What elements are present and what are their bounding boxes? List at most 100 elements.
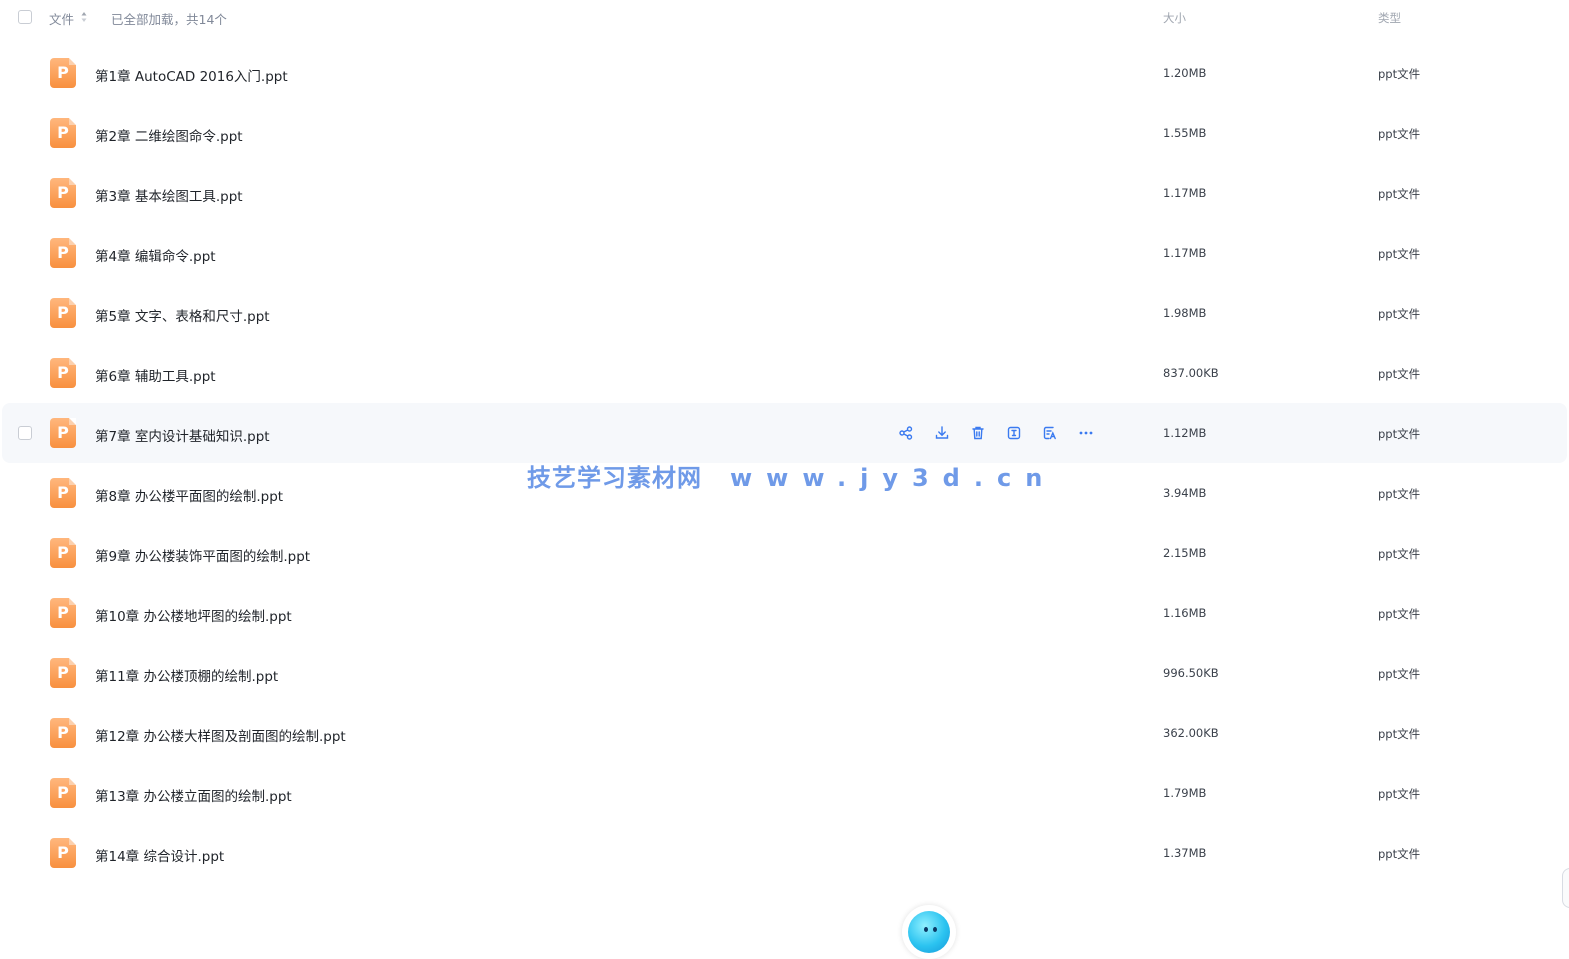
file-size: 996.50KB xyxy=(1163,666,1219,680)
icon-letter: P xyxy=(57,543,69,562)
file-size: 1.17MB xyxy=(1163,186,1207,200)
file-type: ppt文件 xyxy=(1378,787,1421,801)
file-row[interactable]: P 第5章 文字、表格和尺寸.ppt 1.98MB ppt文件 xyxy=(0,283,1569,343)
load-status-text: 已全部加载，共14个 xyxy=(111,12,227,27)
file-name[interactable]: 第11章 办公楼顶棚的绘制.ppt xyxy=(95,665,278,685)
file-name[interactable]: 第3章 基本绘图工具.ppt xyxy=(95,185,243,205)
column-header-size[interactable]: 大小 xyxy=(1163,10,1186,26)
ppt-file-icon: P xyxy=(50,478,76,508)
file-type: ppt文件 xyxy=(1378,847,1421,861)
file-row[interactable]: P 第4章 编辑命令.ppt 1.17MB ppt文件 xyxy=(0,223,1569,283)
file-size: 3.94MB xyxy=(1163,486,1207,500)
ppt-file-icon: P xyxy=(50,238,76,268)
rename-icon[interactable] xyxy=(1005,424,1023,442)
file-name[interactable]: 第5章 文字、表格和尺寸.ppt xyxy=(95,305,270,325)
file-size: 1.20MB xyxy=(1163,66,1207,80)
file-size: 362.00KB xyxy=(1163,726,1219,740)
ai-assistant-icon[interactable] xyxy=(1041,424,1059,442)
file-type: ppt文件 xyxy=(1378,307,1421,321)
file-name[interactable]: 第8章 办公楼平面图的绘制.ppt xyxy=(95,485,283,505)
side-panel-toggle[interactable] xyxy=(1562,868,1569,908)
file-name[interactable]: 第6章 辅助工具.ppt xyxy=(95,365,216,385)
file-name[interactable]: 第1章 AutoCAD 2016入门.ppt xyxy=(95,65,288,85)
file-type: ppt文件 xyxy=(1378,427,1421,441)
file-type: ppt文件 xyxy=(1378,547,1421,561)
file-type: ppt文件 xyxy=(1378,607,1421,621)
file-row[interactable]: P 第2章 二维绘图命令.ppt 1.55MB ppt文件 xyxy=(0,103,1569,163)
file-size: 1.79MB xyxy=(1163,786,1207,800)
file-size: 1.17MB xyxy=(1163,246,1207,260)
file-size: 1.37MB xyxy=(1163,846,1207,860)
row-checkbox[interactable] xyxy=(18,426,32,440)
file-type: ppt文件 xyxy=(1378,67,1421,81)
file-row[interactable]: P 第9章 办公楼装饰平面图的绘制.ppt 2.15MB ppt文件 xyxy=(0,523,1569,583)
mascot-eye-left xyxy=(924,927,928,932)
watermark-url: www.jy3d.cn xyxy=(730,464,1057,492)
icon-letter: P xyxy=(57,243,69,262)
file-size: 2.15MB xyxy=(1163,546,1207,560)
file-name[interactable]: 第4章 编辑命令.ppt xyxy=(95,245,216,265)
file-name[interactable]: 第2章 二维绘图命令.ppt xyxy=(95,125,243,145)
ppt-file-icon: P xyxy=(50,298,76,328)
ppt-file-icon: P xyxy=(50,598,76,628)
file-row[interactable]: P 第13章 办公楼立面图的绘制.ppt 1.79MB ppt文件 xyxy=(0,763,1569,823)
file-row[interactable]: P 第1章 AutoCAD 2016入门.ppt 1.20MB ppt文件 xyxy=(0,43,1569,103)
file-name[interactable]: 第12章 办公楼大样图及剖面图的绘制.ppt xyxy=(95,725,346,745)
icon-letter: P xyxy=(57,663,69,682)
icon-letter: P xyxy=(57,303,69,322)
icon-letter: P xyxy=(57,843,69,862)
watermark: 技艺学习素材网 www.jy3d.cn xyxy=(527,458,1056,493)
ppt-file-icon: P xyxy=(50,658,76,688)
file-size: 1.98MB xyxy=(1163,306,1207,320)
ppt-file-icon: P xyxy=(50,118,76,148)
more-icon[interactable] xyxy=(1077,424,1095,442)
ppt-file-icon: P xyxy=(50,778,76,808)
icon-letter: P xyxy=(57,483,69,502)
column-header-file[interactable]: 文件 xyxy=(49,9,74,28)
file-type: ppt文件 xyxy=(1378,247,1421,261)
column-header-type[interactable]: 类型 xyxy=(1378,10,1401,26)
file-row[interactable]: P 第11章 办公楼顶棚的绘制.ppt 996.50KB ppt文件 xyxy=(0,643,1569,703)
delete-icon[interactable] xyxy=(969,424,987,442)
file-size: 1.12MB xyxy=(1163,426,1207,440)
icon-letter: P xyxy=(57,603,69,622)
icon-letter: P xyxy=(57,183,69,202)
sort-caret-icon[interactable] xyxy=(81,11,87,23)
file-row[interactable]: P 第3章 基本绘图工具.ppt 1.17MB ppt文件 xyxy=(0,163,1569,223)
assistant-mascot-icon[interactable] xyxy=(902,905,956,959)
icon-letter: P xyxy=(57,423,69,442)
icon-letter: P xyxy=(57,63,69,82)
ppt-file-icon: P xyxy=(50,358,76,388)
file-row[interactable]: P 第6章 辅助工具.ppt 837.00KB ppt文件 xyxy=(0,343,1569,403)
icon-letter: P xyxy=(57,363,69,382)
file-type: ppt文件 xyxy=(1378,187,1421,201)
file-type: ppt文件 xyxy=(1378,667,1421,681)
watermark-cn: 技艺学习素材网 xyxy=(527,464,702,492)
file-type: ppt文件 xyxy=(1378,487,1421,501)
file-type: ppt文件 xyxy=(1378,127,1421,141)
mascot-body xyxy=(908,911,950,953)
file-name[interactable]: 第13章 办公楼立面图的绘制.ppt xyxy=(95,785,292,805)
download-icon[interactable] xyxy=(933,424,951,442)
file-row[interactable]: P 第12章 办公楼大样图及剖面图的绘制.ppt 362.00KB ppt文件 xyxy=(0,703,1569,763)
icon-letter: P xyxy=(57,723,69,742)
file-row[interactable]: P 第7章 室内设计基础知识.ppt 1.12MB ppt文件 xyxy=(2,403,1567,463)
ppt-file-icon: P xyxy=(50,718,76,748)
file-name[interactable]: 第9章 办公楼装饰平面图的绘制.ppt xyxy=(95,545,310,565)
share-icon[interactable] xyxy=(897,424,915,442)
file-size: 1.55MB xyxy=(1163,126,1207,140)
file-name[interactable]: 第14章 综合设计.ppt xyxy=(95,845,224,865)
file-row[interactable]: P 第10章 办公楼地坪图的绘制.ppt 1.16MB ppt文件 xyxy=(0,583,1569,643)
ppt-file-icon: P xyxy=(50,178,76,208)
icon-letter: P xyxy=(57,123,69,142)
file-name[interactable]: 第7章 室内设计基础知识.ppt xyxy=(95,425,270,445)
ppt-file-icon: P xyxy=(50,58,76,88)
file-type: ppt文件 xyxy=(1378,727,1421,741)
icon-letter: P xyxy=(57,783,69,802)
file-row[interactable]: P 第14章 综合设计.ppt 1.37MB ppt文件 xyxy=(0,823,1569,883)
ppt-file-icon: P xyxy=(50,838,76,868)
file-name[interactable]: 第10章 办公楼地坪图的绘制.ppt xyxy=(95,605,292,625)
file-list-header: 文件 已全部加载，共14个 大小 类型 xyxy=(0,0,1569,36)
select-all-checkbox[interactable] xyxy=(18,10,32,24)
file-size: 837.00KB xyxy=(1163,366,1219,380)
